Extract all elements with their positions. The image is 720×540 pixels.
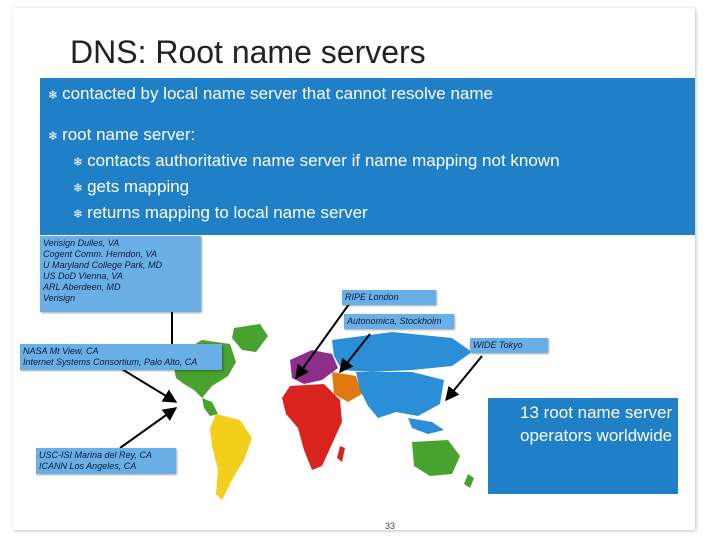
label-usc: USC-ISI Marina del Rey, CA ICANN Los Ang… <box>36 448 176 474</box>
label-autonomica: Autonomica, Stockholm <box>344 314 454 329</box>
label-ripe: RIPE London <box>342 290 436 305</box>
arrow-wide <box>445 355 483 402</box>
page-number: 33 <box>385 521 396 531</box>
label-wide: WIDE Tokyo <box>470 338 548 353</box>
arrow-autonomica <box>339 333 371 374</box>
label-verisign: Verisign Dulles, VA Cogent Comm. Herndon… <box>40 236 201 312</box>
callout-text: 13 root name server operators worldwide <box>520 403 673 445</box>
arrow-usc <box>119 407 178 449</box>
arrow-nasa <box>119 367 178 403</box>
label-nasa: NASA Mt View, CA Internet Systems Consor… <box>20 344 222 370</box>
